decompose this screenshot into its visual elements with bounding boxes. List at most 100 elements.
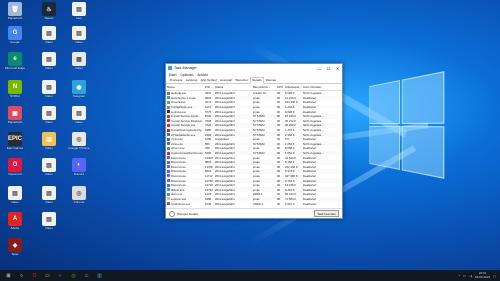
desktop-icon[interactable]: ▤ Datei [38,52,60,71]
table-row[interactable]: CueLLAccessService.exe 5460 Wird ausgeführ… [166,150,342,156]
table-row[interactable]: dwm.exe 1216 Wird ausgeführt DWM-1 00 56.944 … [166,192,342,197]
network-icon[interactable]: ▭ [463,274,466,278]
table-row[interactable]: CorsairGamingAudioCfg... 6980 Wird ausgefü… [166,128,342,133]
table-row[interactable]: Discord.exe 13000 Wird ausgeführt jonas 00 34… [166,155,342,160]
table-cell: Wird ausgeführt [215,128,235,133]
table-cell: 1.476 K [285,128,295,133]
column-header[interactable]: PID [204,85,214,89]
minimize-button[interactable]: — [315,66,324,71]
desktop-icon[interactable]: N NVIDIA [4,80,26,99]
table-row[interactable]: chrome.exe 2072 Wird ausgeführt jonas 00 183.… [166,100,342,105]
task-manager-window[interactable]: Task-Manager — ☐ ✕ Datei Optionen Ansich… [165,63,343,219]
less-details-link[interactable]: Weniger Details [177,212,198,216]
opera-icon[interactable]: O [30,271,39,280]
search-icon[interactable]: ○ [17,271,26,280]
desktop-icon[interactable]: 🗑 Papierkorb [4,2,26,21]
desktop-icon[interactable]: ▤ Datei [38,80,60,99]
table-cell: Nicht zugelass... [303,118,324,123]
desktop-icon[interactable]: ◎ Google Chrome [68,132,90,151]
table-row[interactable]: conhost.exe 5776 Wird ausgeführt jonas 00 9.8… [166,109,342,114]
column-header[interactable]: UAC-Virtualisi... [302,85,340,89]
desktop-icon[interactable]: ▤ Datei [38,106,60,125]
table-row[interactable]: ConfigPlugIn.exe 1172 Wird ausgeführt jonas… [166,104,342,110]
column-header[interactable]: Arbeitsspei... [284,85,302,89]
table-row[interactable]: csrss.exe 1080 Angehalten jonas 00 0 K Deaktiv… [166,137,342,142]
menu-file[interactable]: Datei [169,73,176,77]
tab-details[interactable]: Details [249,77,265,84]
table-row[interactable]: Corsair.Service.Cpuid... 8700 Wird ausgefü… [166,113,342,119]
desktop-icon[interactable]: ▤ Datei [68,26,90,45]
column-header[interactable]: Status [214,85,252,89]
table-cell: 6980 [205,128,212,133]
table-row[interactable]: Discord.exe 12748 Wird ausgeführt jonas 00 8.… [166,178,342,183]
table-row[interactable]: Discord.exe 9616 Wird ausgeführt jonas 00 9.3… [166,169,342,174]
tab-prozesse[interactable]: Prozesse [168,78,184,83]
tab-appverlauf[interactable]: App-Verlauf [199,78,218,83]
table-row[interactable]: explorer.exe 6380 Wird ausgeführt jonas 00 71… [166,196,342,202]
desktop-icon[interactable]: ◎ Chrome [68,186,90,205]
close-button[interactable]: ✕ [333,66,342,71]
process-name-cell: Discord.exe [166,169,204,173]
table-row[interactable]: CTGlobalAudio.exe 1984 Wird ausgeführt SYST… [166,132,342,137]
tab-leistung[interactable]: Leistung [184,78,199,83]
steam-icon[interactable]: ♨ [82,271,91,280]
desktop-icon[interactable]: ◐ Discord [68,158,90,177]
column-header[interactable]: CPU [276,85,284,89]
column-header[interactable]: Name [166,85,204,89]
process-name: explorer.exe [171,196,187,201]
table-row[interactable]: autochrome 1.0.exe 3816 Wird ausgeführt jon… [166,95,342,101]
desktop-icon[interactable]: e Microsoft Edge [4,52,26,71]
desktop-icon[interactable]: ▤ Datei [38,26,60,45]
table-row[interactable]: ctfmon.exe 788 Wird ausgeführt jonas 00 8.668… [166,146,342,151]
table-row[interactable]: Corsair.Service.exe 7224 Wird ausgeführt SY… [166,123,342,128]
chrome-icon[interactable]: ◎ [69,271,78,280]
start-icon[interactable]: ⊞ [4,271,13,280]
table-cell: 1172 [205,105,212,110]
tab-benutzer[interactable]: Benutzer [234,78,250,83]
file-explorer-icon[interactable]: ▭ [43,271,52,280]
footer: Weniger Details Task beenden [166,208,342,218]
desktop-icon[interactable]: ▤ Datei [4,186,26,205]
table-row[interactable]: Discord.exe 8816 Wird ausgeführt jonas 00 5.1… [166,159,342,165]
title-bar[interactable]: Task-Manager — ☐ ✕ [166,64,342,72]
table-row[interactable]: Corsair.Service.DisplayA... 7508 Wird ausg… [166,119,342,124]
chevron-up-icon[interactable] [169,210,175,217]
table-row[interactable]: audiodg.exe 3232 Wird ausgeführt Lokaler Di… [166,91,342,96]
menu-view[interactable]: Ansicht [197,73,207,77]
tab-autostart[interactable]: Autostart [218,78,234,83]
chevron-up-icon[interactable]: ^ [459,274,460,278]
desktop-icon[interactable]: G Google [4,26,26,45]
table-row[interactable]: Discord.exe 13728 Wird ausgeführt jonas 00 14… [166,183,342,188]
desktop-icon[interactable]: ▦ Datei [68,52,90,71]
maximize-button[interactable]: ☐ [324,66,333,71]
desktop-icon[interactable]: ▤ Datei [38,186,60,205]
process-name: dwm.exe [171,192,183,197]
menu-options[interactable]: Optionen [180,73,193,77]
discord-icon[interactable]: ◐ [56,271,65,280]
table-row[interactable]: Discord.exe 11712 Wird ausgeführt jonas 00 42… [166,174,342,179]
desktop-icon[interactable]: EPIC Epic Games [4,132,26,151]
desktop-icon[interactable]: A Adobe [4,212,26,231]
desktop-icon[interactable]: ▤ Neu [68,2,90,21]
desktop-icon[interactable]: ▤ Datei [38,158,60,177]
column-header[interactable]: Benutzerna... [252,85,276,89]
desktop-icon[interactable]: ▤ Datei [38,132,60,151]
table-cell: 00 [277,169,281,174]
table-row[interactable]: csrss.exe 856 Wird ausgeführt SYSTEM 00 1.052… [166,141,342,147]
desktop-icon[interactable]: O Opera GX [4,158,26,177]
desktop-icon[interactable]: ▤ Datei [68,106,90,125]
clock[interactable]: 22:01 06.05.2021 [475,271,490,279]
desktop-icon[interactable]: ♨ Steam [38,2,60,21]
desktop-icon[interactable]: ◆ Spiel [4,238,26,257]
notification-icon[interactable]: ▢ [493,274,496,278]
end-task-button[interactable]: Task beenden [314,210,339,217]
table-row[interactable]: fontdrvhost.exe 1036 Wird ausgeführt UMFD-1… [166,201,342,206]
desktop-icon[interactable]: ◉ Telegram [68,80,90,99]
table-row[interactable]: dllhost.exe 13752 Wird ausgeführt jonas 00 6.… [166,187,342,193]
tab-dienste[interactable]: Dienste [264,78,278,83]
desktop-icon[interactable]: ▣ Papierkorb [4,106,26,125]
desktop-icon[interactable]: ▤ Datei [38,212,60,231]
table-row[interactable]: Discord.exe 11708 Wird ausgeführt jonas 00 22… [166,165,342,170]
volume-icon[interactable]: ◁) [469,274,472,278]
task-manager-icon[interactable]: ▥ [95,271,104,280]
